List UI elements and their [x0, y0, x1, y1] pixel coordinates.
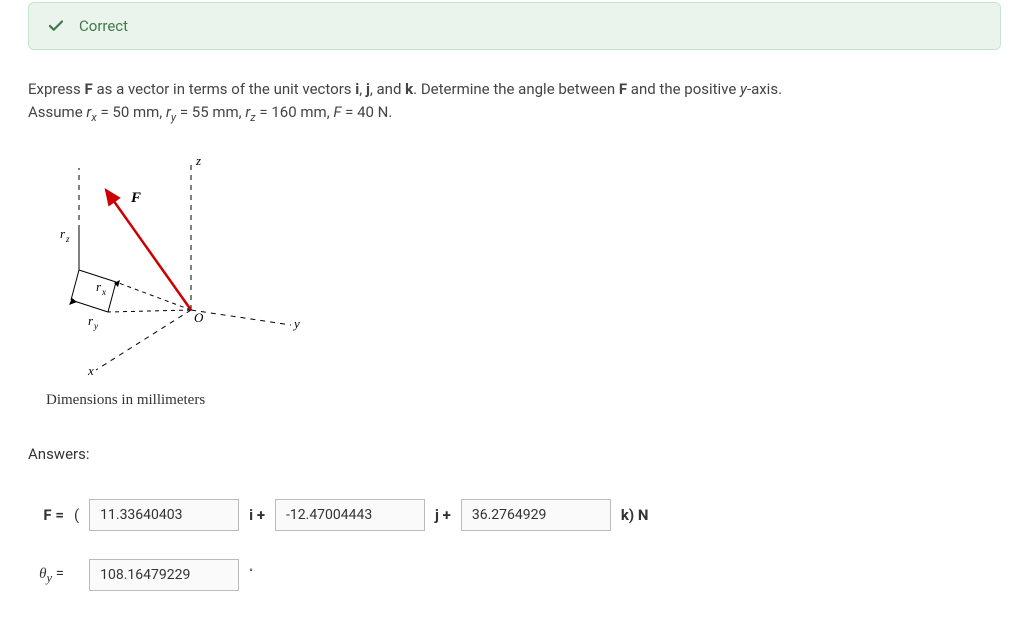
answer-row-F: F = ( i + j + k) N: [28, 499, 1001, 531]
svg-text:z: z: [195, 153, 201, 168]
input-F-k[interactable]: [461, 499, 611, 531]
question-text: Express F as a vector in terms of the un…: [28, 78, 1001, 126]
input-F-i[interactable]: [89, 499, 239, 531]
status-correct-box: Correct: [28, 2, 1001, 50]
degree-symbol: °: [249, 568, 253, 579]
svg-text:y: y: [292, 316, 300, 331]
answers-heading: Answers:: [28, 445, 1001, 463]
j-plus: j +: [435, 506, 451, 524]
i-plus: i +: [249, 506, 265, 524]
diagram-caption: Dimensions in millimeters: [46, 392, 1001, 409]
status-text: Correct: [79, 17, 128, 35]
svg-text:x: x: [101, 287, 106, 297]
input-F-j[interactable]: [275, 499, 425, 531]
svg-text:F: F: [130, 190, 141, 206]
answer-row-theta: θy = ( °: [28, 559, 1001, 591]
paren-open: (: [74, 506, 79, 524]
k-unit: k) N: [621, 506, 649, 524]
vector-diagram: z y x O r z: [46, 150, 1001, 384]
svg-text:y: y: [93, 321, 98, 331]
F-label: F =: [28, 506, 64, 524]
svg-text:x: x: [87, 363, 94, 378]
svg-text:O: O: [194, 310, 204, 325]
svg-text:z: z: [65, 234, 70, 244]
check-icon: [47, 17, 65, 35]
theta-label: θy =: [28, 564, 64, 586]
input-theta[interactable]: [89, 559, 239, 591]
